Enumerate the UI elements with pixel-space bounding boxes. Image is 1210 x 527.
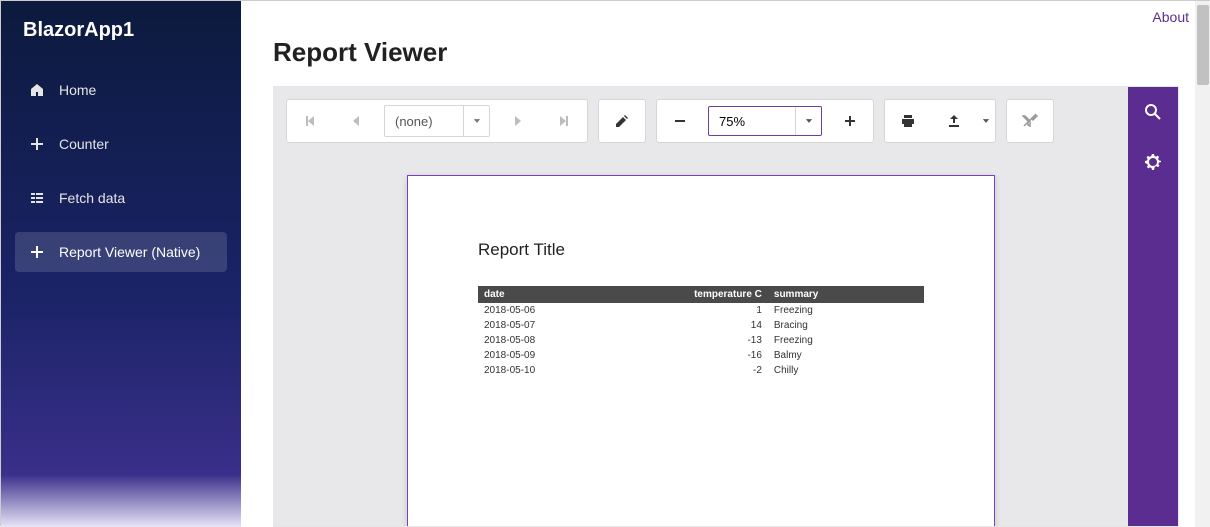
sidebar: BlazorApp1 Home Counter Fetch data bbox=[1, 1, 241, 527]
export-button[interactable] bbox=[931, 100, 977, 142]
main: About Report Viewer (none) bbox=[241, 1, 1210, 527]
col-summary: summary bbox=[768, 286, 924, 303]
edit-button[interactable] bbox=[599, 100, 645, 142]
viewer-main: (none) bbox=[274, 87, 1128, 526]
nav-home-label: Home bbox=[59, 82, 96, 98]
report-canvas[interactable]: Report Title date temperature C summary bbox=[274, 155, 1128, 526]
zoom-value: 75% bbox=[709, 114, 795, 129]
list-icon bbox=[29, 190, 45, 206]
table-row: 2018-05-06 1 Freezing bbox=[478, 303, 924, 318]
zoom-group: 75% bbox=[656, 99, 874, 143]
search-button[interactable] bbox=[1128, 87, 1178, 137]
report-page: Report Title date temperature C summary bbox=[407, 175, 995, 526]
table-row: 2018-05-07 14 Bracing bbox=[478, 318, 924, 333]
settings-button[interactable] bbox=[1128, 137, 1178, 187]
app-root: BlazorApp1 Home Counter Fetch data bbox=[1, 1, 1210, 527]
nav-home[interactable]: Home bbox=[15, 70, 227, 110]
page-select-value: (none) bbox=[385, 114, 463, 129]
nav-report-label: Report Viewer (Native) bbox=[59, 244, 200, 260]
nav-counter[interactable]: Counter bbox=[15, 124, 227, 164]
chevron-down-icon bbox=[463, 106, 489, 136]
report-title: Report Title bbox=[478, 240, 924, 260]
edit-group bbox=[598, 99, 646, 143]
scrollbar-thumb[interactable] bbox=[1197, 5, 1209, 85]
last-page-button[interactable] bbox=[541, 100, 587, 142]
table-row: 2018-05-09 -16 Balmy bbox=[478, 348, 924, 363]
export-group bbox=[884, 99, 996, 143]
zoom-select[interactable]: 75% bbox=[708, 106, 822, 136]
pager-group: (none) bbox=[286, 99, 588, 143]
scrollbar[interactable] bbox=[1195, 1, 1210, 527]
page-title: Report Viewer bbox=[241, 33, 1210, 86]
plus-icon bbox=[29, 136, 45, 152]
nav: Home Counter Fetch data Report Viewer (N… bbox=[1, 70, 241, 286]
viewer-side-tools bbox=[1128, 87, 1178, 526]
about-link[interactable]: About bbox=[1152, 9, 1189, 25]
nav-counter-label: Counter bbox=[59, 136, 109, 152]
col-temperature: temperature C bbox=[590, 286, 768, 303]
page-select[interactable]: (none) bbox=[384, 105, 490, 137]
table-row: 2018-05-08 -13 Freezing bbox=[478, 333, 924, 348]
topbar: About bbox=[241, 1, 1210, 33]
misc-group bbox=[1006, 99, 1054, 143]
toolbar: (none) bbox=[274, 87, 1128, 155]
col-date: date bbox=[478, 286, 590, 303]
first-page-button[interactable] bbox=[287, 100, 333, 142]
plus-icon bbox=[29, 244, 45, 260]
zoom-in-button[interactable] bbox=[827, 100, 873, 142]
next-page-button[interactable] bbox=[495, 100, 541, 142]
print-button[interactable] bbox=[885, 100, 931, 142]
home-icon bbox=[29, 82, 45, 98]
report-viewer: (none) bbox=[273, 86, 1179, 527]
report-table: date temperature C summary 2018-05-06 1 … bbox=[478, 286, 924, 378]
app-brand: BlazorApp1 bbox=[1, 1, 241, 60]
nav-report-viewer[interactable]: Report Viewer (Native) bbox=[15, 232, 227, 272]
nav-fetch-data[interactable]: Fetch data bbox=[15, 178, 227, 218]
chevron-down-icon bbox=[795, 107, 821, 135]
table-row: 2018-05-10 -2 Chilly bbox=[478, 363, 924, 378]
nav-fetch-label: Fetch data bbox=[59, 190, 125, 206]
prev-page-button[interactable] bbox=[333, 100, 379, 142]
export-chevron-down-icon[interactable] bbox=[977, 116, 995, 126]
zoom-out-button[interactable] bbox=[657, 100, 703, 142]
toggle-filter-button[interactable] bbox=[1007, 100, 1053, 142]
